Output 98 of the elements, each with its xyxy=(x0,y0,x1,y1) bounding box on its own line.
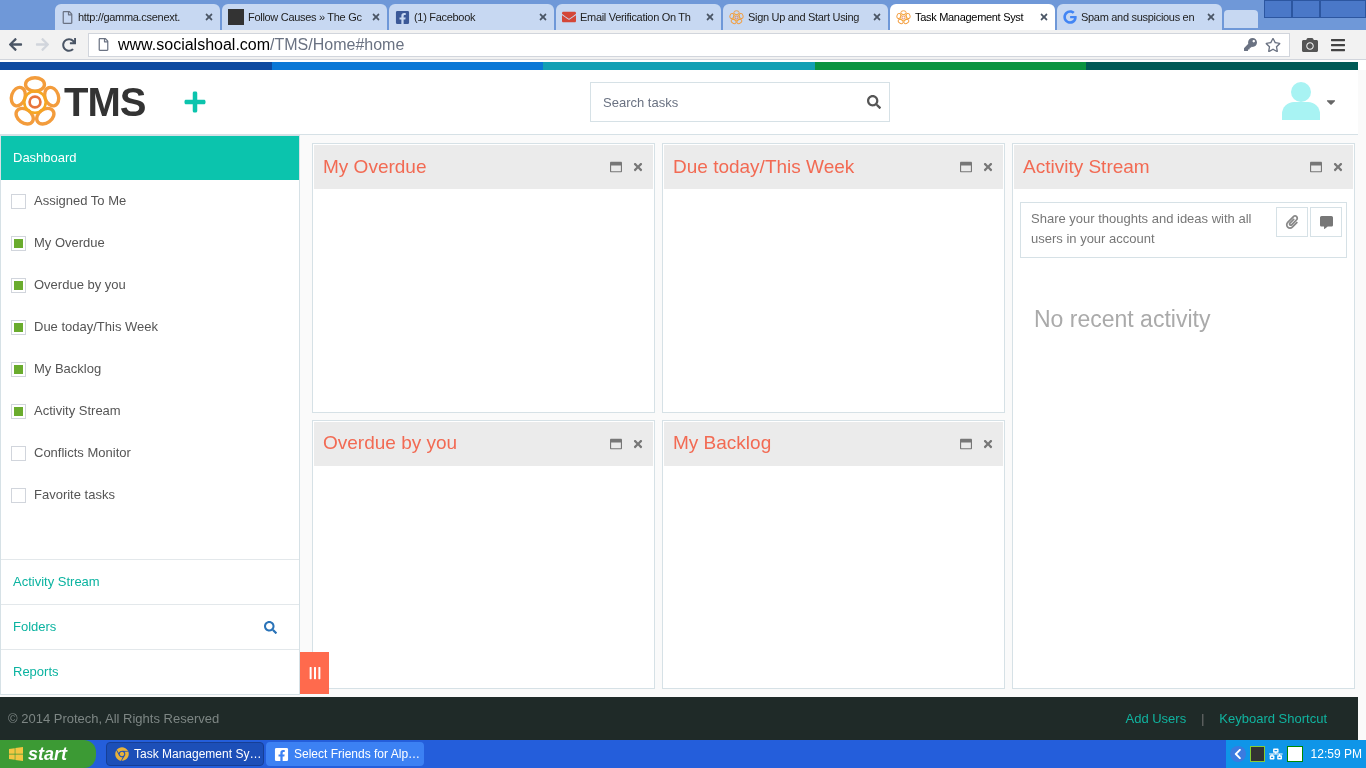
checkbox[interactable] xyxy=(11,193,26,209)
close-icon[interactable] xyxy=(872,12,882,22)
empty-message: No recent activity xyxy=(1034,305,1212,334)
paperclip-icon xyxy=(1285,215,1299,229)
footer-link[interactable]: Add Users xyxy=(1125,708,1187,729)
widget-title: My Overdue xyxy=(323,154,428,179)
speech-bubble-icon xyxy=(1319,215,1333,229)
tray-app-icon[interactable] xyxy=(1286,746,1303,762)
windows-icon xyxy=(8,746,24,762)
filter-label[interactable]: Conflicts Monitor xyxy=(34,443,131,463)
attach-button[interactable] xyxy=(1276,207,1308,237)
filter-label[interactable]: Assigned To Me xyxy=(34,191,127,211)
start-button[interactable]: start xyxy=(0,740,96,768)
clock-text: 12:59 PM xyxy=(1310,746,1362,763)
tab-title: (1) Facebook xyxy=(414,9,477,25)
close-icon[interactable] xyxy=(705,12,715,22)
tab-title: Task Management Syst xyxy=(915,9,1025,25)
browser-tab[interactable]: (1) Facebook xyxy=(389,4,554,30)
taskbar-window[interactable]: Select Friends for Alp… xyxy=(266,742,424,766)
tab-title: Follow Causes » The Gc xyxy=(248,9,363,25)
checkbox[interactable] xyxy=(11,235,26,251)
checkbox[interactable] xyxy=(11,403,26,419)
flower-icon xyxy=(896,9,911,25)
close-icon[interactable] xyxy=(982,437,994,450)
address-bar[interactable]: www.socialshoal.com/TMS/Home#home xyxy=(88,32,1290,57)
back-icon[interactable] xyxy=(8,37,23,52)
close-icon[interactable] xyxy=(982,161,994,173)
close-icon[interactable] xyxy=(1332,161,1344,173)
checkbox[interactable] xyxy=(11,445,26,461)
filter-label[interactable]: Overdue by you xyxy=(34,275,126,295)
facebook-icon xyxy=(395,9,410,25)
tab-title: Sign Up and Start Using xyxy=(748,9,861,25)
key-icon[interactable] xyxy=(1244,38,1257,51)
close-icon[interactable] xyxy=(371,12,381,22)
tab-title: Spam and suspicious en xyxy=(1081,9,1196,25)
close-icon[interactable] xyxy=(538,12,548,22)
browser-tab[interactable]: Email Verification On Th xyxy=(556,4,721,30)
widget-title: Overdue by you xyxy=(323,431,459,456)
browser-tab[interactable]: Sign Up and Start Using xyxy=(723,4,888,30)
widget-title: Activity Stream xyxy=(1023,154,1151,179)
browser-tab[interactable]: Task Management Syst xyxy=(890,4,1055,30)
chevron-icon[interactable] xyxy=(1230,746,1246,762)
window-title: Select Friends for Alp… xyxy=(294,746,421,763)
close-icon[interactable] xyxy=(1206,12,1216,22)
facebook-icon xyxy=(274,746,289,762)
filter-label[interactable]: Activity Stream xyxy=(34,401,121,421)
close-icon[interactable] xyxy=(1039,12,1049,22)
collapse-handle[interactable] xyxy=(300,652,329,694)
terminal-icon[interactable] xyxy=(1249,746,1266,762)
checkbox[interactable] xyxy=(11,487,26,503)
close-icon[interactable] xyxy=(632,437,644,450)
window-title: Task Management Sy… xyxy=(134,746,262,763)
widget-title: My Backlog xyxy=(673,431,773,456)
browser-tab[interactable]: http://gamma.csenext. xyxy=(55,4,220,30)
maximize-icon[interactable] xyxy=(960,161,972,173)
widget-title: Due today/This Week xyxy=(673,154,856,179)
footer-link[interactable]: Keyboard Shortcut xyxy=(1219,708,1327,729)
square-icon xyxy=(228,9,244,25)
page-icon xyxy=(97,38,110,51)
google-icon xyxy=(1063,10,1077,24)
camera-icon[interactable] xyxy=(1302,36,1318,53)
tab-title: http://gamma.csenext. xyxy=(78,9,181,25)
search-icon[interactable] xyxy=(264,620,277,634)
browser-tab[interactable]: Spam and suspicious en xyxy=(1057,4,1222,30)
separator-text: | xyxy=(1201,710,1205,728)
menu-icon[interactable] xyxy=(1330,36,1346,53)
copyright-text: © 2014 Protech, All Rights Reserved xyxy=(8,709,221,728)
maximize-icon[interactable] xyxy=(1310,161,1322,173)
maximize-icon[interactable] xyxy=(610,161,622,173)
browser-tab[interactable]: Follow Causes » The Gc xyxy=(222,4,387,30)
search-icon[interactable] xyxy=(867,95,881,109)
maximize-icon[interactable] xyxy=(960,437,972,450)
taskbar-window[interactable]: Task Management Sy… xyxy=(106,742,264,766)
logo-icon xyxy=(8,75,62,129)
filter-label[interactable]: Favorite tasks xyxy=(34,485,115,505)
network-icon[interactable] xyxy=(1269,747,1283,761)
search-field[interactable]: Search tasks xyxy=(590,82,890,122)
reload-icon[interactable] xyxy=(62,37,76,52)
filter-label[interactable]: My Backlog xyxy=(34,359,102,379)
tab-title: Email Verification On Th xyxy=(580,9,692,25)
envelope-icon xyxy=(562,10,576,24)
checkbox[interactable] xyxy=(11,277,26,293)
checkbox[interactable] xyxy=(11,319,26,335)
filter-label[interactable]: Due today/This Week xyxy=(34,317,159,337)
chrome-icon xyxy=(115,747,129,761)
bars-icon xyxy=(307,666,322,680)
maximize-icon[interactable] xyxy=(610,437,622,450)
flower-icon xyxy=(729,9,744,25)
filter-label[interactable]: My Overdue xyxy=(34,233,105,253)
checkbox[interactable] xyxy=(11,361,26,377)
page-icon xyxy=(61,10,74,24)
comment-button[interactable] xyxy=(1310,207,1342,237)
star-icon[interactable] xyxy=(1265,36,1281,53)
logo-text: TMS xyxy=(64,79,146,126)
url-text: www.socialshoal.com/TMS/Home#home xyxy=(118,34,406,55)
add-icon[interactable] xyxy=(183,90,208,114)
close-icon[interactable] xyxy=(204,12,214,22)
close-icon[interactable] xyxy=(632,161,644,173)
